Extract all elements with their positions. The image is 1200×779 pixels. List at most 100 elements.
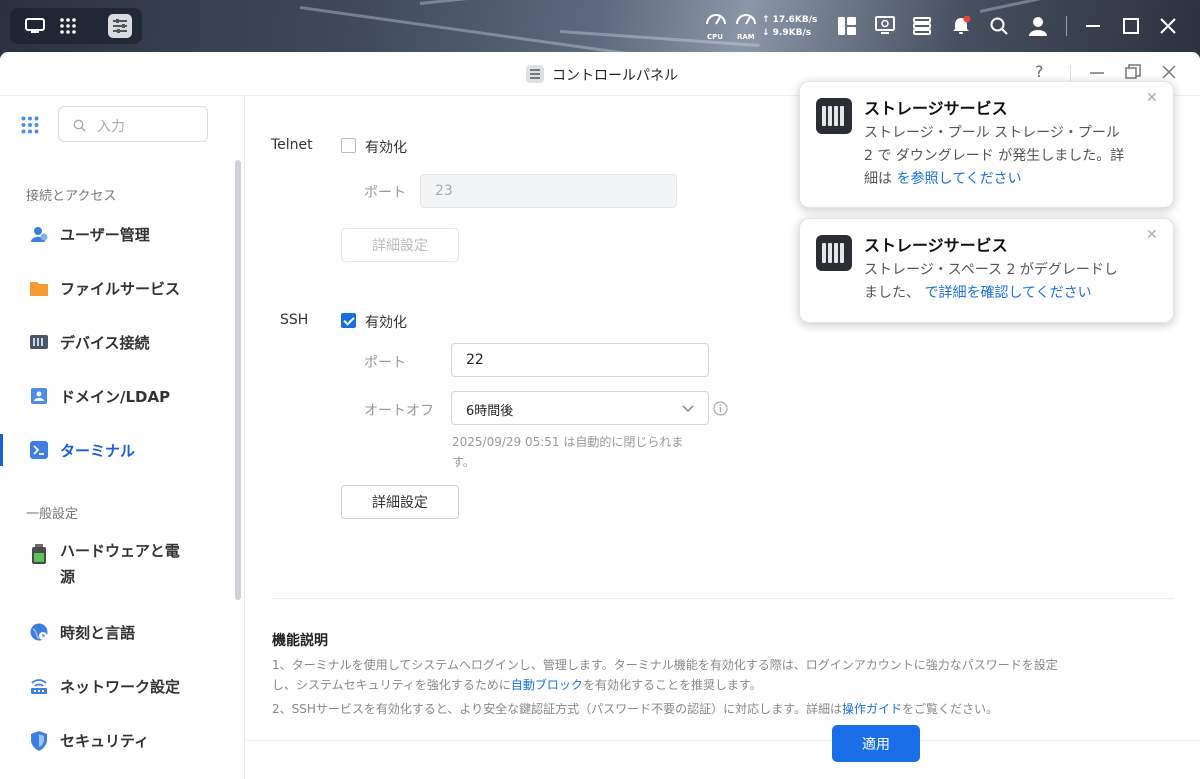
telnet-port-label: ポート <box>364 185 406 201</box>
notification-body: ストレージ・プール ストレージ・プール 2 で ダウングレード が発生しました。… <box>864 122 1159 191</box>
upload-rate: ↑ 17.6KB/s <box>762 15 818 25</box>
notification-toast[interactable]: ストレージサービス ✕ ストレージ・スペース 2 がデグレードし ました、 で詳… <box>799 218 1174 323</box>
sidebar-item-terminal[interactable]: ターミナル <box>0 430 236 470</box>
storage-service-icon <box>816 235 852 271</box>
telnet-port-input[interactable]: 23 <box>420 174 677 208</box>
search-icon[interactable] <box>988 0 1010 52</box>
section-divider <box>272 598 1174 599</box>
widgets-icon[interactable] <box>836 0 858 52</box>
domain-card-icon <box>30 387 48 405</box>
close-icon[interactable] <box>1157 0 1179 52</box>
remote-monitor-icon[interactable] <box>873 0 897 52</box>
folder-icon <box>30 279 48 297</box>
notification-toast[interactable]: ストレージサービス ✕ ストレージ・プール ストレージ・プール 2 で ダウング… <box>799 81 1174 208</box>
sidebar-item-label: セキュリティ <box>60 731 150 750</box>
description-line3: 2、SSHサービスを有効化すると、より安全な鍵認証方式（パスワード不要の認証）に… <box>272 699 1172 719</box>
storage-service-icon <box>816 98 852 134</box>
sidebar-item-users[interactable]: ユーザー管理 <box>0 214 236 254</box>
auto-block-link[interactable]: 自動ブロック <box>511 678 583 692</box>
user-avatar-icon[interactable] <box>1027 0 1049 52</box>
sidebar-item-security[interactable]: セキュリティ <box>0 720 236 760</box>
taskbar-divider <box>1066 16 1067 36</box>
sidebar-item-label: ファイルサービス <box>60 279 181 298</box>
sidebar-item-time-language[interactable]: 時刻と言語 <box>0 612 236 652</box>
sidebar-item-device-connection[interactable]: デバイス接続 <box>0 322 236 362</box>
ssh-autooff-label: オートオフ <box>364 403 434 419</box>
sidebar-item-label: ユーザー管理 <box>60 225 150 244</box>
telnet-label: Telnet <box>271 137 313 153</box>
autooff-note-line2: す。 <box>452 455 475 469</box>
notification-line: 2 で ダウングレード が発生しました。詳 <box>864 148 1125 164</box>
ssh-port-label: ポート <box>364 355 406 371</box>
description-line1: 1、ターミナルを使用してシステムへログインし、管理します。ターミナル機能を有効化… <box>272 658 1058 672</box>
app-grid-icon[interactable] <box>57 0 79 52</box>
sidebar-item-hardware-power[interactable]: ハードウェアと電 源 <box>0 532 236 588</box>
description-line2-tail: を有効化することを推奨します。 <box>582 678 762 692</box>
notification-body: ストレージ・スペース 2 がデグレードし ました、 で詳細を確認してください <box>864 259 1159 305</box>
minimize-all-icon[interactable] <box>1082 0 1104 52</box>
notification-link[interactable]: を参照してください <box>896 171 1021 187</box>
notification-text: 細は <box>864 171 897 187</box>
ssh-autooff-select[interactable]: 6時間後 <box>451 391 709 425</box>
sidebar-scrollbar[interactable] <box>235 160 241 600</box>
notification-line: ストレージ・スペース 2 がデグレードし <box>864 262 1118 278</box>
sidebar-item-label: ターミナル <box>60 441 136 460</box>
info-icon[interactable] <box>713 401 728 420</box>
users-icon <box>30 225 48 243</box>
sidebar-item-label: ドメイン/LDAP <box>60 387 171 406</box>
notification-bell-icon[interactable] <box>950 0 972 52</box>
sidebar-item-domain-ldap[interactable]: ドメイン/LDAP <box>0 376 236 416</box>
telnet-enable-checkbox[interactable] <box>341 138 356 153</box>
sidebar-search-input[interactable]: 入力 <box>58 106 208 142</box>
ram-label: RAM <box>737 33 755 41</box>
cpu-gauge-icon[interactable] <box>704 0 728 36</box>
notification-line: ました、 で詳細を確認してください <box>864 282 1159 305</box>
download-rate: ↓ 9.9KB/s <box>762 28 812 38</box>
operation-guide-link[interactable]: 操作ガイド <box>842 702 902 716</box>
ssh-advanced-button[interactable]: 詳細設定 <box>341 485 459 519</box>
autooff-note-line1: 2025/09/29 05:51 は自動的に閉じられま <box>452 435 684 449</box>
maximize-icon[interactable] <box>1120 0 1142 52</box>
search-icon <box>73 117 86 136</box>
help-button[interactable]: ? <box>1035 62 1044 81</box>
sidebar-item-network[interactable]: ネットワーク設定 <box>0 666 236 706</box>
network-icon <box>30 677 48 695</box>
section-label-general: 一般設定 <box>26 507 79 522</box>
sidebar-item-label: ハードウェアと電 <box>60 542 180 560</box>
description-line2-text: し、システムセキュリティを強化するために <box>272 678 511 692</box>
sidebar-item-file-services[interactable]: ファイルサービス <box>0 268 236 308</box>
notification-close-icon[interactable]: ✕ <box>1146 227 1158 243</box>
show-desktop-icon[interactable] <box>22 0 48 52</box>
ssh-enable-checkbox[interactable] <box>341 313 356 328</box>
notification-link[interactable]: で詳細を確認してください <box>924 285 1091 301</box>
footer-divider <box>246 740 1200 741</box>
description-line3-text: 2、SSHサービスを有効化すると、より安全な鍵認証方式（パスワード不要の認証）に… <box>272 702 842 716</box>
sidebar-item-label: デバイス接続 <box>60 333 150 352</box>
desktop-taskbar: CPU RAM ↑ 17.6KB/s ↓ 9.9KB/s <box>0 0 1200 52</box>
notification-line: ストレージ・プール ストレージ・プール <box>864 125 1120 141</box>
ram-gauge-icon[interactable] <box>734 0 758 36</box>
globe-clock-icon <box>30 623 48 641</box>
shield-icon <box>30 731 48 751</box>
description-line2: し、システムセキュリティを強化するために自動ブロックを有効化することを推奨します… <box>272 675 1172 695</box>
telnet-enable-label: 有効化 <box>365 140 407 156</box>
battery-icon <box>30 544 48 564</box>
device-icon <box>30 333 48 351</box>
active-indicator <box>0 434 3 466</box>
section-label-access: 接続とアクセス <box>26 189 117 204</box>
sidebar: 入力 接続とアクセス ユーザー管理 ファイルサービス デバイス接続 ドメイン/L… <box>0 96 245 779</box>
sidebar-item-label-line2: 源 <box>60 568 76 586</box>
chevron-down-icon <box>682 401 694 417</box>
all-apps-grid-icon[interactable] <box>21 116 39 138</box>
telnet-advanced-button[interactable]: 詳細設定 <box>341 228 459 262</box>
notification-title: ストレージサービス <box>864 236 1008 255</box>
sidebar-item-label: ネットワーク設定 <box>60 677 181 696</box>
description-title: 機能説明 <box>272 633 328 649</box>
terminal-icon <box>30 441 48 459</box>
apply-button[interactable]: 適用 <box>832 725 920 762</box>
control-panel-taskbar-icon[interactable] <box>106 0 134 52</box>
notification-close-icon[interactable]: ✕ <box>1146 90 1158 106</box>
ssh-port-input[interactable]: 22 <box>451 343 709 377</box>
notification-line: 細は を参照してください <box>864 168 1159 191</box>
task-manager-icon[interactable] <box>911 0 933 52</box>
